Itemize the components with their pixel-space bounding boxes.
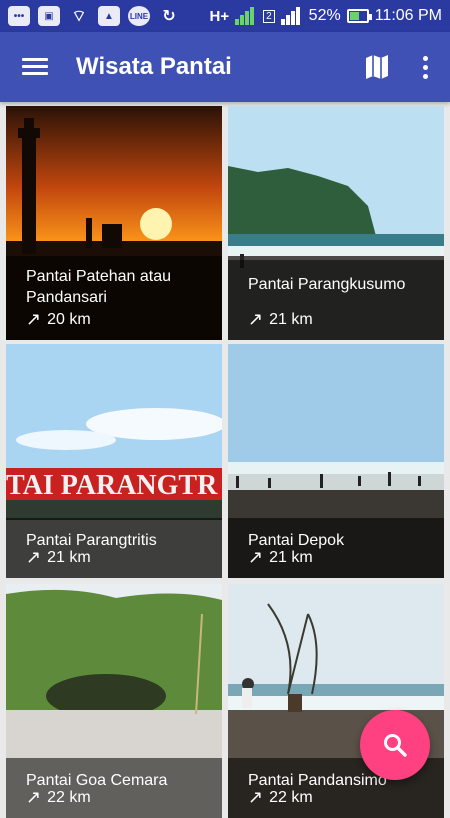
page-title: Wisata Pantai [76,53,232,80]
network-type: H+ [209,7,230,25]
notification-icons: ••• ▣ ⌔ ▲ LINE ↻ [8,6,180,26]
arrow-icon: ↗ [248,547,264,567]
photo-icon: ▣ [38,6,60,26]
parangtritis-sign-text: TAI PARANGTR [6,470,218,501]
distance-value: 21 km [47,548,91,566]
distance-value: 22 km [47,788,91,806]
menu-button[interactable] [0,32,70,102]
beach-card[interactable]: Pantai Pandansimo ↗ 22 km [228,584,444,818]
distance-value: 21 km [269,548,313,566]
battery-icon [346,9,372,23]
beach-card[interactable]: Pantai Depok ↗ 21 km [228,344,444,578]
image-icon: ▲ [98,6,120,26]
distance-value: 21 km [269,310,313,328]
distance-value: 22 km [269,788,313,806]
beach-distance: ↗ 22 km [248,787,313,808]
sync-icon: ↻ [162,8,176,25]
beach-distance: ↗ 20 km [26,309,91,330]
arrow-icon: ↗ [248,787,264,807]
signal-2-icon [280,7,303,25]
beach-name: Pantai Patehan atau Pandansari [26,268,172,306]
signal-icon [235,7,257,25]
status-bar: ••• ▣ ⌔ ▲ LINE ↻ H+ 2 52% 11:06 PM [0,0,450,32]
arrow-icon: ↗ [26,787,42,807]
app-bar: Wisata Pantai [0,32,450,102]
beach-card[interactable]: Pantai Goa Cemara ↗ 22 km [6,584,222,818]
card-caption: Pantai Parangkusumo ↗ 21 km [228,260,444,340]
card-caption: Pantai Depok ↗ 21 km [228,518,444,578]
beach-distance: ↗ 21 km [26,547,91,568]
beach-name: Pantai Parangkusumo [248,276,406,293]
beach-card[interactable]: Pantai Patehan atau Pandansari ↗ 20 km [6,106,222,340]
beach-card[interactable]: Pantai Parangkusumo ↗ 21 km [228,106,444,340]
hamburger-icon [22,58,48,76]
sim2-label: 2 [263,9,275,23]
message-icon: ••• [8,6,30,26]
wifi-call-icon: ⌔ [71,8,87,25]
battery-percent: 52% [308,7,341,24]
map-icon [366,55,388,79]
beach-card[interactable]: TAI PARANGTR Pantai Parangtritis ↗ 21 km [6,344,222,578]
more-vert-icon [422,55,428,79]
card-caption: Pantai Goa Cemara ↗ 22 km [6,758,222,818]
beach-distance: ↗ 21 km [248,309,313,330]
distance-value: 20 km [47,310,91,328]
search-fab[interactable] [360,710,430,780]
beach-distance: ↗ 21 km [248,547,313,568]
arrow-icon: ↗ [26,547,42,567]
beach-distance: ↗ 22 km [26,787,91,808]
map-button[interactable] [354,32,400,102]
card-caption: Pantai Parangtritis ↗ 21 km [6,518,222,578]
arrow-icon: ↗ [248,309,264,329]
search-icon [384,734,407,757]
beach-grid: Pantai Patehan atau Pandansari ↗ 20 km P… [0,102,450,818]
arrow-icon: ↗ [26,309,42,329]
more-options-button[interactable] [400,32,450,102]
card-caption: Pantai Patehan atau Pandansari ↗ 20 km [6,256,222,340]
clock: 11:06 PM [374,7,442,24]
line-icon: LINE [128,6,150,26]
